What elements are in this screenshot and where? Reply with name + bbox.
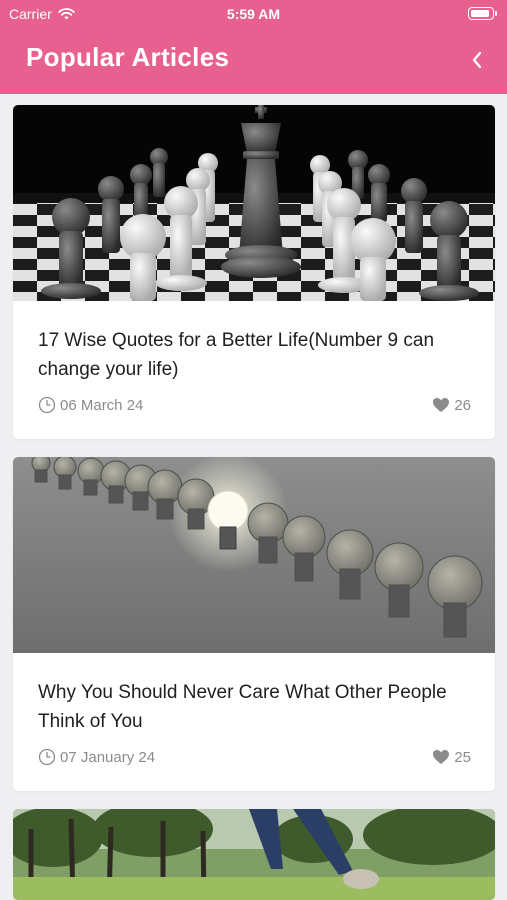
article-meta: 07 January 24 25 — [38, 747, 471, 767]
article-likes-count: 26 — [454, 396, 471, 414]
article-date: 07 January 24 — [38, 748, 155, 766]
status-bar: Carrier 5:59 AM — [0, 0, 507, 28]
article-likes[interactable]: 25 — [432, 749, 471, 766]
clock-icon — [38, 396, 56, 414]
chess-pieces-photo — [13, 105, 495, 301]
park-runner-photo — [13, 809, 495, 900]
article-likes[interactable]: 26 — [432, 397, 471, 414]
status-time: 5:59 AM — [226, 6, 281, 22]
page-title: Popular Articles — [26, 42, 230, 72]
article-card[interactable]: Why You Should Never Care What Other Peo… — [13, 457, 495, 791]
article-date-text: 07 January 24 — [60, 748, 156, 766]
heart-icon[interactable] — [432, 749, 450, 765]
article-title[interactable]: 17 Wise Quotes for a Better Life(Number … — [38, 326, 478, 384]
article-date: 06 March 24 — [38, 396, 143, 414]
battery-icon — [468, 7, 497, 20]
article-title[interactable]: Why You Should Never Care What Other Peo… — [38, 678, 478, 736]
article-meta: 06 March 24 26 — [38, 395, 471, 415]
back-button[interactable] — [465, 46, 489, 74]
article-card[interactable]: 17 Wise Quotes for a Better Life(Number … — [13, 105, 495, 439]
article-date-text: 06 March 24 — [60, 396, 144, 414]
light-bulbs-photo — [13, 457, 495, 653]
clock-icon — [38, 748, 56, 766]
article-likes-count: 25 — [454, 748, 471, 766]
article-card[interactable] — [13, 809, 495, 900]
chevron-left-icon — [472, 51, 482, 69]
heart-icon[interactable] — [432, 397, 450, 413]
app-header: Carrier 5:59 AM Popular Articles — [0, 0, 507, 94]
